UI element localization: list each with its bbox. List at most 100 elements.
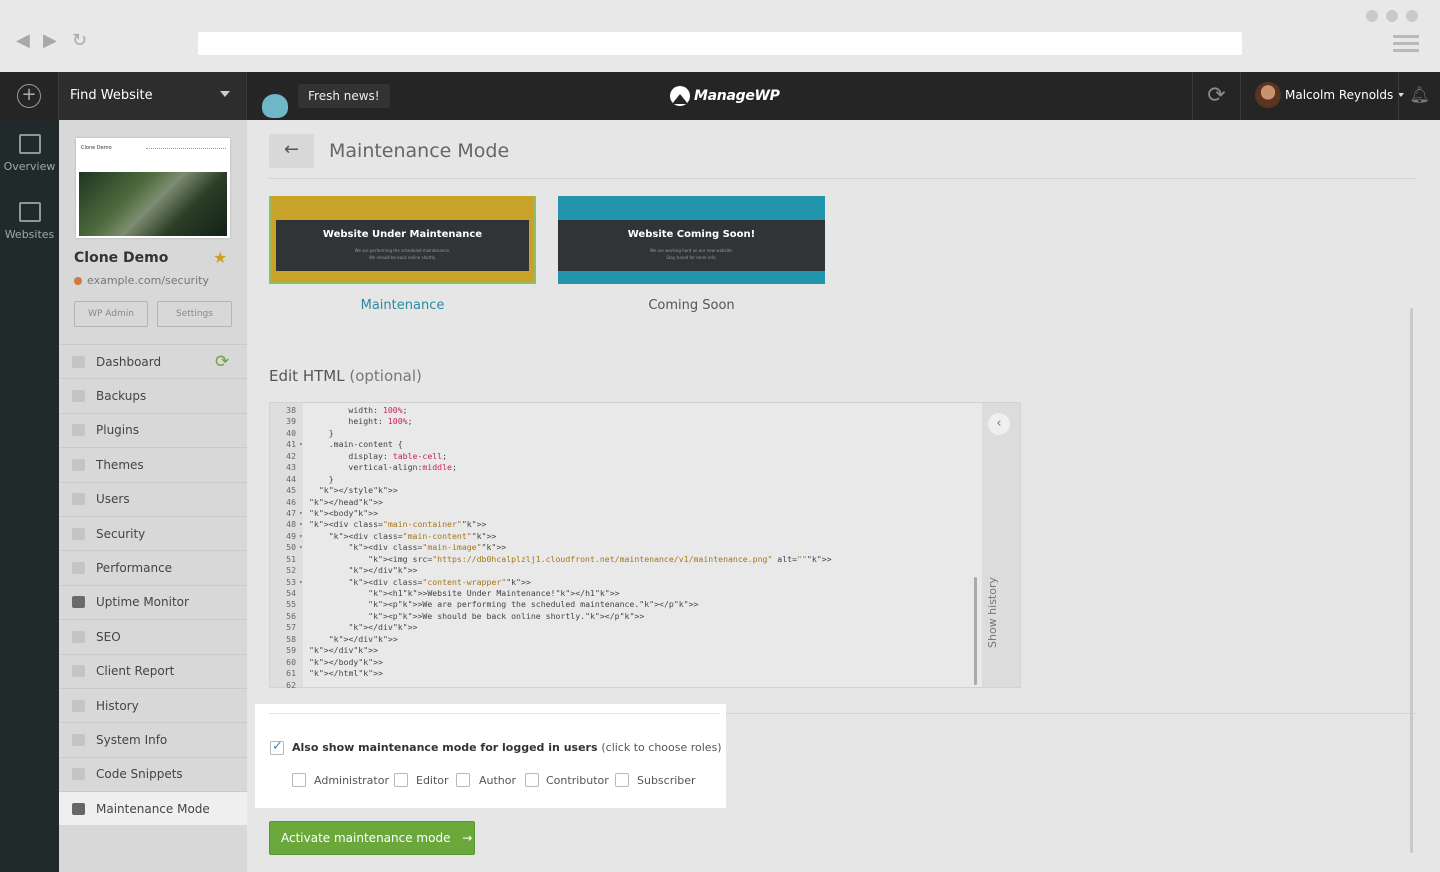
bell-icon[interactable]: 🔔︎ (1398, 72, 1440, 120)
menu-item-maintenance-mode[interactable]: Maintenance Mode (59, 791, 247, 826)
code-line: 45 "k"></style"k">> (270, 485, 980, 496)
menu-item-code-snippets[interactable]: Code Snippets (59, 756, 247, 791)
site-menu: Dashboard ⟳ Backups Plugins Themes Users … (59, 344, 247, 826)
sync-icon[interactable]: ⟳ (1192, 72, 1241, 120)
wp-admin-button[interactable]: WP Admin (74, 301, 148, 327)
refresh-icon[interactable]: ⟳ (215, 352, 229, 372)
role-checkbox-editor[interactable] (394, 773, 408, 787)
template-maintenance[interactable]: Website Under Maintenance We are perform… (269, 196, 536, 284)
menu-item-backups[interactable]: Backups (59, 378, 247, 412)
code-text: "k"></style"k">> (318, 485, 398, 496)
line-number: 51 (286, 553, 296, 564)
code-line: 56 "k"><p"k">>We should be back online s… (270, 611, 980, 622)
plug-icon (72, 424, 85, 437)
template-preview (276, 220, 529, 271)
code-text: "k"><h1"k">>Website Under Maintenance!"k… (368, 588, 620, 598)
mascot-icon[interactable] (256, 92, 298, 120)
template-subtext: We are working hard on our new website. … (558, 247, 825, 261)
template-coming-soon[interactable]: Website Coming Soon! We are working hard… (558, 196, 825, 284)
show-history-toggle[interactable]: Show history (986, 577, 999, 648)
line-number: 50 (286, 542, 296, 553)
code-line: 62 (270, 680, 980, 691)
address-bar[interactable] (198, 32, 1242, 55)
fresh-news-bubble[interactable]: Fresh news! (298, 84, 390, 108)
page-title: Maintenance Mode (329, 140, 510, 162)
edit-html-optional: (optional) (349, 367, 422, 385)
forward-arrow-icon[interactable]: ▶ (43, 30, 57, 51)
menu-label: Security (96, 526, 146, 541)
role-checkbox-subscriber[interactable] (615, 773, 629, 787)
role-checkbox-author[interactable] (456, 773, 470, 787)
code-line: 41 ▾ .main-content { (270, 439, 980, 450)
line-number: 49 (286, 530, 296, 541)
user-menu[interactable]: Malcolm Reynolds (1255, 82, 1405, 108)
line-number: 62 (286, 679, 296, 690)
code-line: 44 } (270, 474, 980, 485)
also-show-label[interactable]: Also show maintenance mode for logged in… (292, 741, 722, 754)
code-text: vertical-align:middle; (309, 462, 457, 473)
fold-toggle-icon[interactable]: ▾ (299, 439, 303, 450)
role-checkbox-administrator[interactable] (292, 773, 306, 787)
code-text: "k"><div class="main-content""k">> (328, 530, 497, 541)
menu-item-security[interactable]: Security (59, 515, 247, 550)
managewp-logo[interactable]: ManageWP (670, 84, 780, 108)
find-website-dropdown[interactable]: Find Website (59, 72, 247, 120)
html-editor[interactable]: 38 width: 100%; 39 height: 100%; 40 } 41 ▾ .… (269, 402, 1021, 691)
back-button[interactable]: ← (269, 134, 314, 168)
favorite-star-icon[interactable]: ★ (213, 248, 227, 267)
hamburger-menu-icon[interactable] (1393, 35, 1419, 56)
menu-item-dashboard[interactable]: Dashboard ⟳ (59, 344, 247, 378)
also-show-checkbox[interactable] (270, 739, 284, 755)
back-arrow-icon[interactable]: ◀ (16, 30, 30, 51)
fold-toggle-icon[interactable]: ▾ (299, 542, 303, 553)
menu-item-client-report[interactable]: Client Report (59, 653, 247, 688)
menu-item-system-info[interactable]: System Info (59, 722, 247, 756)
logo-mark-icon (670, 86, 690, 106)
menu-item-uptime-monitor[interactable]: Uptime Monitor (59, 584, 247, 619)
site-thumbnail[interactable]: Clone Demo (76, 138, 230, 238)
page-scrollbar[interactable] (1410, 308, 1413, 853)
rail-item-overview[interactable]: Overview (0, 134, 59, 173)
line-number: 53 (286, 576, 296, 587)
role-label-editor: Editor (416, 774, 449, 787)
activate-label: Activate maintenance mode (281, 831, 451, 845)
menu-item-history[interactable]: History (59, 687, 247, 722)
role-label-author: Author (479, 774, 517, 787)
fold-toggle-icon[interactable]: ▾ (299, 519, 303, 530)
line-number: 46 (286, 496, 296, 507)
menu-item-seo[interactable]: SEO (59, 619, 247, 653)
activate-maintenance-button[interactable]: Activate maintenance mode → (269, 821, 475, 855)
code-text: "k"><div class="content-wrapper""k">> (348, 576, 531, 587)
add-website-button[interactable]: + (0, 72, 59, 120)
fold-toggle-icon[interactable]: ▾ (299, 531, 303, 542)
menu-label: Client Report (96, 664, 175, 679)
template-name-coming-soon[interactable]: Coming Soon (558, 298, 825, 313)
code-line: 47 ▾ "k"><body"k">> (270, 508, 980, 519)
rail-item-websites[interactable]: Websites (0, 202, 59, 241)
template-name-maintenance[interactable]: Maintenance (269, 298, 536, 313)
divider (269, 178, 1417, 179)
fold-toggle-icon[interactable]: ▾ (299, 508, 303, 519)
site-url[interactable]: example.com/security (74, 274, 209, 287)
template-subtext: We are performing the scheduled maintena… (271, 247, 534, 261)
role-checkbox-contributor[interactable] (525, 773, 539, 787)
chevron-left-icon[interactable]: ‹ (988, 413, 1010, 435)
line-number: 56 (286, 610, 296, 621)
menu-item-plugins[interactable]: Plugins (59, 412, 247, 447)
menu-item-users[interactable]: Users (59, 481, 247, 516)
fold-toggle-icon[interactable]: ▾ (299, 577, 303, 588)
menu-label: SEO (96, 629, 121, 644)
editor-scrollbar[interactable] (974, 577, 977, 685)
code-text: "k"></div"k">> (348, 565, 418, 576)
settings-button[interactable]: Settings (157, 301, 232, 327)
code-text: "k"><p"k">>We are performing the schedul… (368, 599, 699, 610)
menu-item-themes[interactable]: Themes (59, 447, 247, 481)
reload-icon[interactable]: ↻ (72, 30, 87, 51)
window-dot (1406, 10, 1418, 22)
code-text: "k"></head"k">> (309, 496, 383, 507)
code-line: 54 "k"><h1"k">>Website Under Maintenance… (270, 588, 980, 599)
code-area[interactable]: 38 width: 100%; 39 height: 100%; 40 } 41 ▾ .… (270, 405, 980, 691)
menu-item-performance[interactable]: Performance (59, 550, 247, 584)
line-number: 43 (286, 462, 296, 473)
main-content: ← Maintenance Mode Website Under Mainten… (247, 120, 1440, 872)
